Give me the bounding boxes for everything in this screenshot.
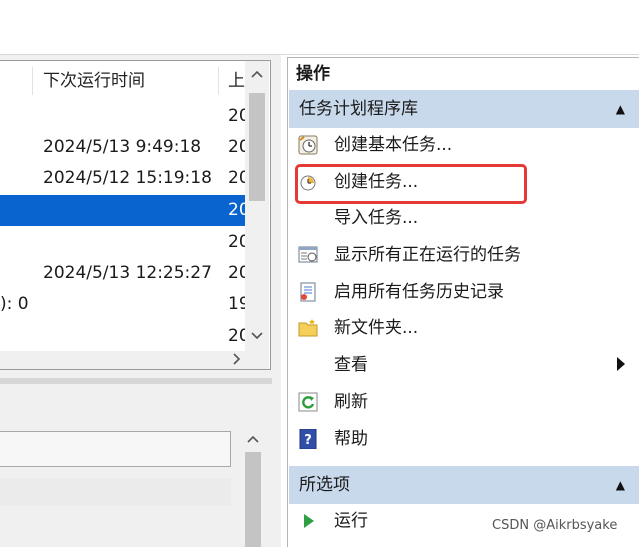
submenu-arrow-icon — [617, 357, 625, 371]
detail-scrollbar-thumb[interactable] — [245, 452, 261, 547]
action-create-basic-task[interactable]: 创建基本任务... — [289, 127, 639, 164]
horizontal-scrollbar[interactable] — [0, 351, 269, 369]
scroll-down-button[interactable] — [245, 329, 269, 344]
action-help[interactable]: ? 帮助 — [289, 421, 639, 458]
group-selected-item[interactable]: 所选项 ▲ — [289, 466, 639, 504]
group-label: 所选项 — [299, 475, 350, 495]
help-icon: ? — [299, 429, 317, 449]
cell-next-run: 2024/5/13 9:49:18 — [43, 137, 202, 157]
chevron-right-icon — [233, 353, 241, 365]
table-row[interactable]: 2024/5/13 9:49:18 20 — [0, 132, 250, 163]
table-row[interactable]: 2024/5/13 12:25:27 20 — [0, 258, 250, 289]
detail-field[interactable] — [0, 431, 231, 467]
scrollbar-thumb[interactable] — [249, 93, 265, 201]
group-label: 任务计划程序库 — [299, 99, 418, 119]
highlight-annotation — [295, 164, 527, 204]
column-header-name[interactable] — [0, 61, 30, 101]
action-enable-task-history[interactable]: 启用所有任务历史记录 — [289, 274, 639, 311]
table-row[interactable]: 20 — [0, 101, 250, 132]
detail-field[interactable] — [0, 478, 231, 506]
detail-scroll-up-button[interactable] — [241, 432, 265, 447]
action-view-menu[interactable]: 查看 — [289, 347, 639, 384]
run-icon — [304, 514, 314, 528]
vertical-scrollbar[interactable] — [245, 61, 269, 351]
triangle-up-icon[interactable]: ▲ — [616, 90, 625, 128]
action-new-folder[interactable]: 新文件夹... — [289, 310, 639, 347]
actions-pane-title: 操作 — [296, 64, 330, 84]
action-label: 帮助 — [334, 429, 368, 449]
basic-task-wizard-icon — [298, 135, 318, 155]
action-label: 显示所有正在运行的任务 — [334, 245, 521, 265]
cell-next-run: 2024/5/13 12:25:27 — [43, 263, 212, 283]
column-header-next-run[interactable]: 下次运行时间 — [43, 61, 213, 101]
top-strip — [0, 0, 639, 55]
action-label: 查看 — [334, 355, 368, 375]
chevron-up-icon — [251, 70, 263, 78]
cell-status: ): 0 — [0, 294, 29, 314]
cell-next-run: 2024/5/12 15:19:18 — [43, 168, 212, 188]
table-row[interactable]: ): 0 19 — [0, 289, 250, 320]
column-header-last-run[interactable]: 上 — [228, 61, 246, 101]
table-row-selected[interactable]: 20 — [0, 195, 250, 226]
history-log-icon — [300, 282, 316, 302]
chevron-up-icon — [247, 435, 259, 443]
action-label: 刷新 — [334, 392, 368, 412]
action-show-running-tasks[interactable]: 显示所有正在运行的任务 — [289, 237, 639, 274]
table-row[interactable]: 20 — [0, 321, 250, 352]
scroll-right-button[interactable] — [224, 353, 248, 369]
column-separator[interactable] — [218, 67, 219, 95]
action-label: 创建基本任务... — [334, 135, 453, 155]
triangle-up-icon[interactable]: ▲ — [616, 466, 625, 504]
task-list[interactable]: 下次运行时间 上 20 2024/5/13 9:49:18 20 2024/5/… — [0, 60, 271, 370]
refresh-icon — [298, 392, 318, 412]
watermark: CSDN @Aikrbsyake — [492, 518, 618, 533]
table-row[interactable]: 20 — [0, 227, 250, 258]
action-label: 新文件夹... — [334, 318, 419, 338]
column-separator[interactable] — [32, 67, 33, 95]
running-tasks-icon — [298, 246, 318, 263]
action-label: 导入任务... — [334, 208, 419, 228]
chevron-down-icon — [251, 332, 263, 340]
action-import-task[interactable]: 导入任务... — [289, 200, 639, 237]
action-refresh[interactable]: 刷新 — [289, 384, 639, 421]
table-row[interactable]: 2024/5/12 15:19:18 20 — [0, 163, 250, 194]
action-label: 运行 — [334, 511, 368, 531]
scroll-up-button[interactable] — [245, 67, 269, 82]
group-task-scheduler-library[interactable]: 任务计划程序库 ▲ — [289, 90, 639, 128]
svg-text:?: ? — [304, 433, 312, 448]
folder-icon — [298, 319, 318, 337]
action-label: 启用所有任务历史记录 — [334, 282, 504, 302]
